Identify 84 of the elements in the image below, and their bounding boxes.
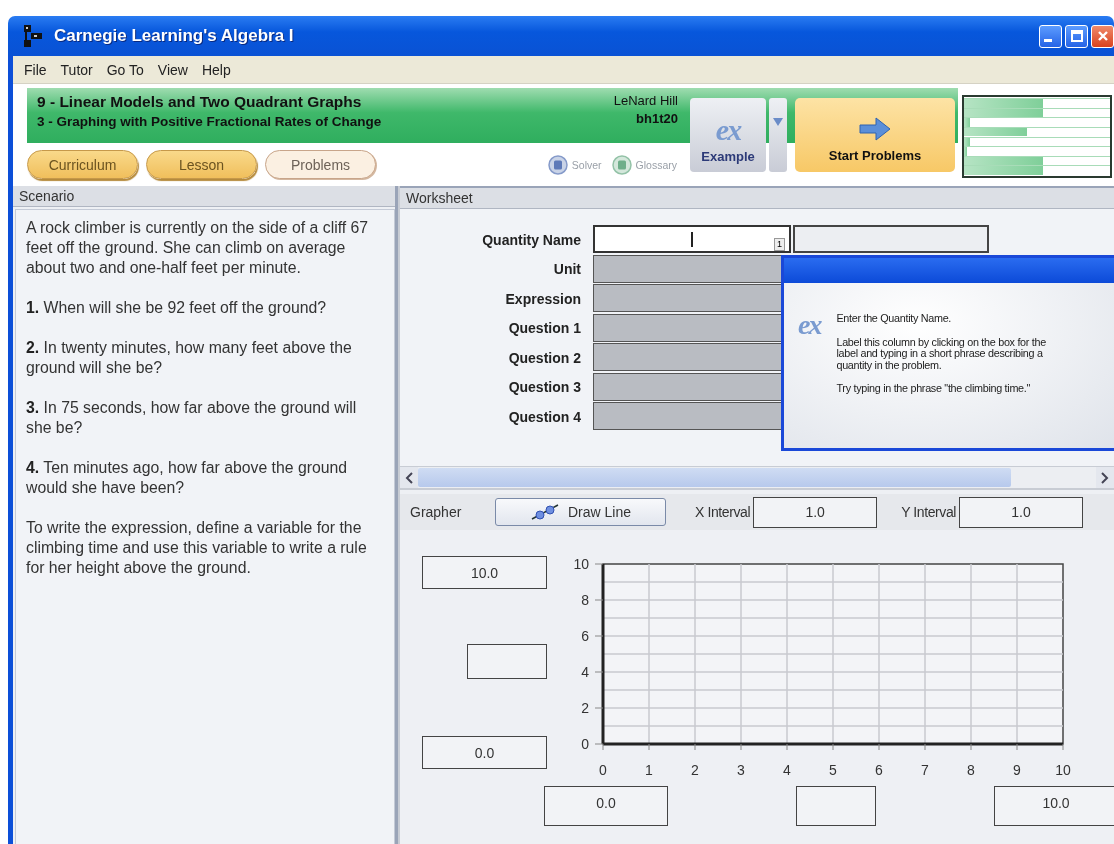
menu-item[interactable]: File bbox=[17, 61, 54, 78]
tick-label: 0 bbox=[581, 736, 589, 752]
app-logo-icon bbox=[22, 24, 44, 48]
field-label: Y Interval bbox=[901, 504, 957, 520]
scrollbar-thumb[interactable] bbox=[418, 468, 1012, 487]
menu-item[interactable]: View bbox=[150, 61, 195, 78]
scroll-right-button[interactable] bbox=[1096, 467, 1114, 488]
tick-label: 0 bbox=[599, 762, 607, 778]
input-field[interactable]: 1.0 bbox=[753, 496, 878, 528]
scroll-left-button[interactable] bbox=[400, 467, 418, 488]
input-field[interactable]: 1 bbox=[593, 225, 791, 253]
menu-item[interactable]: Help bbox=[194, 61, 238, 78]
tick-label: 6 bbox=[875, 762, 883, 778]
tick-label: 8 bbox=[581, 592, 589, 608]
tick-label: 10 bbox=[573, 556, 589, 572]
hint-text: Try typing in the phrase "the climbing time." bbox=[836, 383, 1032, 395]
hint-text: Label this column by clicking on the box for the label and typing in a short phrase describing a quantity in the problem. bbox=[836, 336, 1047, 371]
caret-icon bbox=[773, 118, 783, 126]
close-button[interactable] bbox=[1091, 24, 1114, 48]
tick-label: 10 bbox=[1055, 762, 1071, 778]
section-title: 3 - Graphing with Positive Fractional Rates of Change bbox=[37, 114, 382, 129]
field-label: X Interval bbox=[695, 504, 751, 520]
hint-text: Enter the Quantity Name. bbox=[836, 313, 953, 325]
dropdown-button[interactable] bbox=[769, 98, 787, 172]
row-label: Question 2 bbox=[507, 349, 582, 366]
window-title: Carnegie Learning's Algebra I bbox=[54, 26, 295, 46]
row-label: Expression bbox=[504, 290, 582, 307]
chevron-right-icon bbox=[1101, 471, 1109, 484]
scenario-paragraph: 3. In 75 seconds, how far above the ground will she be? bbox=[26, 398, 358, 438]
close-icon bbox=[1096, 30, 1109, 42]
row-label: Question 4 bbox=[507, 408, 582, 425]
tick-label: 8 bbox=[967, 762, 975, 778]
input-field[interactable]: 0.0 bbox=[422, 736, 547, 769]
tick-label: 2 bbox=[581, 700, 589, 716]
hint-logo: ex bbox=[798, 313, 821, 342]
tick-label: 7 bbox=[921, 762, 929, 778]
arrow-right-icon bbox=[858, 116, 892, 142]
tick-label: 4 bbox=[581, 664, 589, 680]
input-field[interactable] bbox=[796, 786, 876, 826]
row-label: Quantity Name bbox=[481, 231, 582, 248]
maximize-button[interactable] bbox=[1065, 24, 1088, 48]
minimize-icon bbox=[1043, 38, 1052, 42]
tick-label: 1 bbox=[645, 762, 653, 778]
student-name: LeNard Hill bbox=[613, 93, 678, 108]
scenario-paragraph: To write the expression, define a variable for the climbing time and use this variable to write a rule for her height above the ground. bbox=[26, 518, 368, 578]
text-cursor bbox=[691, 232, 693, 247]
maximize-icon bbox=[1070, 30, 1083, 42]
tick-label: 6 bbox=[581, 628, 589, 644]
scenario-paragraph: A rock climber is currently on the side of a cliff 67 feet off the ground. She can climb on average about two and one-half feet per minute. bbox=[26, 218, 370, 278]
tab[interactable]: Problems bbox=[265, 150, 376, 179]
line-with-points-icon bbox=[530, 503, 560, 521]
minimize-button[interactable] bbox=[1039, 24, 1062, 48]
menu-item[interactable]: Go To bbox=[99, 61, 151, 78]
tick-label: 5 bbox=[829, 762, 837, 778]
table-cell[interactable] bbox=[793, 225, 989, 253]
example-logo: ex bbox=[715, 113, 741, 147]
menu-item[interactable]: Tutor bbox=[53, 61, 100, 78]
tab[interactable]: Curriculum bbox=[27, 150, 138, 179]
tick-label: 2 bbox=[691, 762, 699, 778]
panel-title: Scenario bbox=[13, 186, 395, 207]
input-field[interactable]: 10.0 bbox=[994, 786, 1114, 826]
login-id: bh1t20 bbox=[635, 111, 678, 126]
scenario-paragraph: 2. In twenty minutes, how many feet above the ground will she be? bbox=[26, 338, 353, 378]
tick-label: 9 bbox=[1013, 762, 1021, 778]
tick-label: 3 bbox=[737, 762, 745, 778]
tab[interactable]: Lesson bbox=[146, 150, 257, 179]
input-field[interactable]: 0.0 bbox=[544, 786, 668, 826]
cell-badge: 1 bbox=[774, 238, 785, 251]
panel-title: Grapher bbox=[410, 504, 463, 520]
input-field[interactable]: 10.0 bbox=[422, 556, 547, 589]
scenario-paragraph: 4. Ten minutes ago, how far above the ground would she have been? bbox=[26, 458, 349, 498]
input-field[interactable] bbox=[467, 644, 547, 679]
input-field[interactable]: 1.0 bbox=[959, 496, 1084, 528]
scenario-paragraph: 1. When will she be 92 feet off the ground? bbox=[26, 298, 328, 318]
chevron-left-icon bbox=[405, 471, 413, 484]
start-problems-button[interactable]: Start Problems bbox=[795, 98, 955, 172]
unit-title: 9 - Linear Models and Two Quadrant Graphs bbox=[37, 93, 363, 111]
row-label: Question 3 bbox=[507, 379, 582, 396]
example-button[interactable]: ex Example bbox=[690, 98, 766, 172]
row-label: Unit bbox=[552, 261, 582, 278]
row-label: Question 1 bbox=[507, 320, 582, 337]
tick-label: 4 bbox=[783, 762, 791, 778]
draw-line-button[interactable]: Draw Line bbox=[495, 498, 666, 526]
panel-title: Worksheet bbox=[400, 186, 1114, 209]
